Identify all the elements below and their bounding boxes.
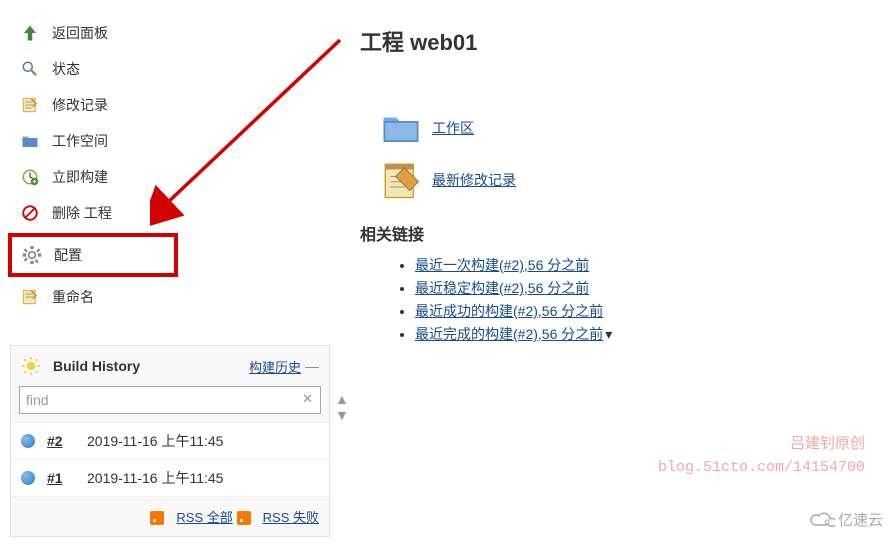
cloud-brand: 亿速云: [797, 505, 895, 534]
sidebar-item-label: 修改记录: [52, 95, 108, 115]
sidebar-item-changes[interactable]: 修改记录: [10, 87, 330, 123]
sidebar-item-delete[interactable]: 删除 工程: [10, 195, 330, 231]
folder-icon: [18, 129, 42, 153]
sidebar-item-status[interactable]: 状态: [10, 51, 330, 87]
rss-all-link[interactable]: RSS 全部: [176, 510, 232, 525]
sidebar-item-label: 状态: [52, 59, 80, 79]
build-history-footer: RSS 全部 RSS 失败: [11, 496, 329, 536]
related-heading: 相关链接: [360, 221, 875, 245]
build-row[interactable]: #1 2019-11-16 上午11:45: [11, 459, 329, 496]
cloud-icon: [809, 511, 835, 529]
recent-changes-link[interactable]: 最新修改记录: [432, 170, 516, 190]
related-link[interactable]: 最近稳定构建(#2),56 分之前: [415, 280, 589, 296]
rss-icon: [150, 511, 164, 525]
build-number-link[interactable]: #2: [47, 433, 87, 449]
related-link[interactable]: 最近一次构建(#2),56 分之前: [415, 257, 589, 273]
sidebar-item-build-now[interactable]: 立即构建: [10, 159, 330, 195]
scroll-down-icon[interactable]: ▼: [335, 407, 347, 419]
sidebar-item-label: 配置: [54, 245, 82, 265]
watermark-line1: 吕建钊原创: [658, 434, 865, 457]
build-search-input[interactable]: [19, 386, 321, 414]
notepad-big-icon: [380, 159, 422, 201]
build-status-ball: [21, 434, 35, 448]
sidebar-item-back[interactable]: 返回面板: [10, 15, 330, 51]
scroll-up-icon[interactable]: ▲: [335, 391, 347, 403]
gear-icon: [20, 243, 44, 267]
notepad-icon: [18, 93, 42, 117]
folder-big-icon: [380, 107, 422, 149]
sidebar-item-rename[interactable]: 重命名: [10, 279, 330, 315]
sidebar-item-label: 删除 工程: [52, 203, 112, 223]
related-link[interactable]: 最近完成的构建(#2),56 分之前: [415, 326, 603, 342]
rename-icon: [18, 285, 42, 309]
collapse-icon[interactable]: —: [305, 358, 319, 374]
sun-icon: [21, 356, 41, 376]
changes-link-row: 最新修改记录: [380, 159, 875, 201]
watermark: 吕建钊原创 blog.51cto.com/14154700: [658, 434, 865, 479]
clear-search-icon[interactable]: ✕: [302, 391, 313, 407]
watermark-line2: blog.51cto.com/14154700: [658, 457, 865, 480]
related-links-list: 最近一次构建(#2),56 分之前 最近稳定构建(#2),56 分之前 最近成功…: [415, 255, 875, 344]
build-date: 2019-11-16 上午11:45: [87, 431, 223, 451]
build-history-title: Build History: [53, 358, 249, 374]
sidebar-item-workspace[interactable]: 工作空间: [10, 123, 330, 159]
cloud-brand-text: 亿速云: [838, 509, 883, 530]
list-item: 最近成功的构建(#2),56 分之前: [415, 301, 875, 321]
workspace-link-row: 工作区: [380, 107, 875, 149]
related-link[interactable]: 最近成功的构建(#2),56 分之前: [415, 303, 603, 319]
up-arrow-icon: [18, 21, 42, 45]
sidebar-item-label: 工作空间: [52, 131, 108, 151]
history-nav-arrows: ▲ ▼: [335, 391, 347, 419]
list-item: 最近一次构建(#2),56 分之前: [415, 255, 875, 275]
list-item: 最近稳定构建(#2),56 分之前: [415, 278, 875, 298]
build-status-ball: [21, 471, 35, 485]
build-trend-link[interactable]: 构建历史: [249, 357, 301, 376]
page-title: 工程 web01: [360, 25, 875, 57]
rss-icon: [237, 511, 251, 525]
sidebar-item-label: 立即构建: [52, 167, 108, 187]
build-history-header: Build History 构建历史 —: [11, 346, 329, 386]
build-history-panel: Build History 构建历史 — ✕ ▲ ▼ #2 2019-11-16…: [10, 345, 330, 537]
rss-fail-link[interactable]: RSS 失败: [263, 510, 319, 525]
sidebar: 返回面板 状态 修改记录 工作空间 立即构建 删除 工程 配置 重命名: [0, 0, 340, 552]
magnifier-icon: [18, 57, 42, 81]
list-item: 最近完成的构建(#2),56 分之前▾: [415, 324, 875, 344]
sidebar-item-configure[interactable]: 配置: [8, 233, 178, 277]
build-row[interactable]: #2 2019-11-16 上午11:45: [11, 422, 329, 459]
sidebar-item-label: 重命名: [52, 287, 94, 307]
build-date: 2019-11-16 上午11:45: [87, 468, 223, 488]
forbidden-icon: [18, 201, 42, 225]
dropdown-arrow-icon[interactable]: ▾: [605, 326, 612, 343]
build-number-link[interactable]: #1: [47, 470, 87, 486]
sidebar-item-label: 返回面板: [52, 23, 108, 43]
clock-icon: [18, 165, 42, 189]
workspace-link[interactable]: 工作区: [432, 118, 474, 138]
